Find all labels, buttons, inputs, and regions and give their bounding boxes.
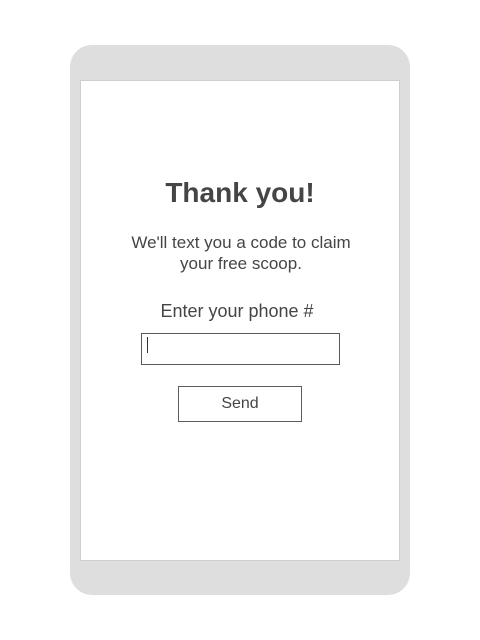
tablet-frame: Thank you! We'll text you a code to clai… [70,45,410,595]
confirmation-message: We'll text you a code to claim your free… [131,233,351,273]
text-caret [147,337,148,353]
send-button[interactable]: Send [178,386,302,422]
device-screen: Thank you! We'll text you a code to clai… [80,80,400,561]
page-title: Thank you! [165,177,315,208]
phone-input[interactable] [141,333,340,365]
phone-label: Enter your phone # [160,301,314,321]
